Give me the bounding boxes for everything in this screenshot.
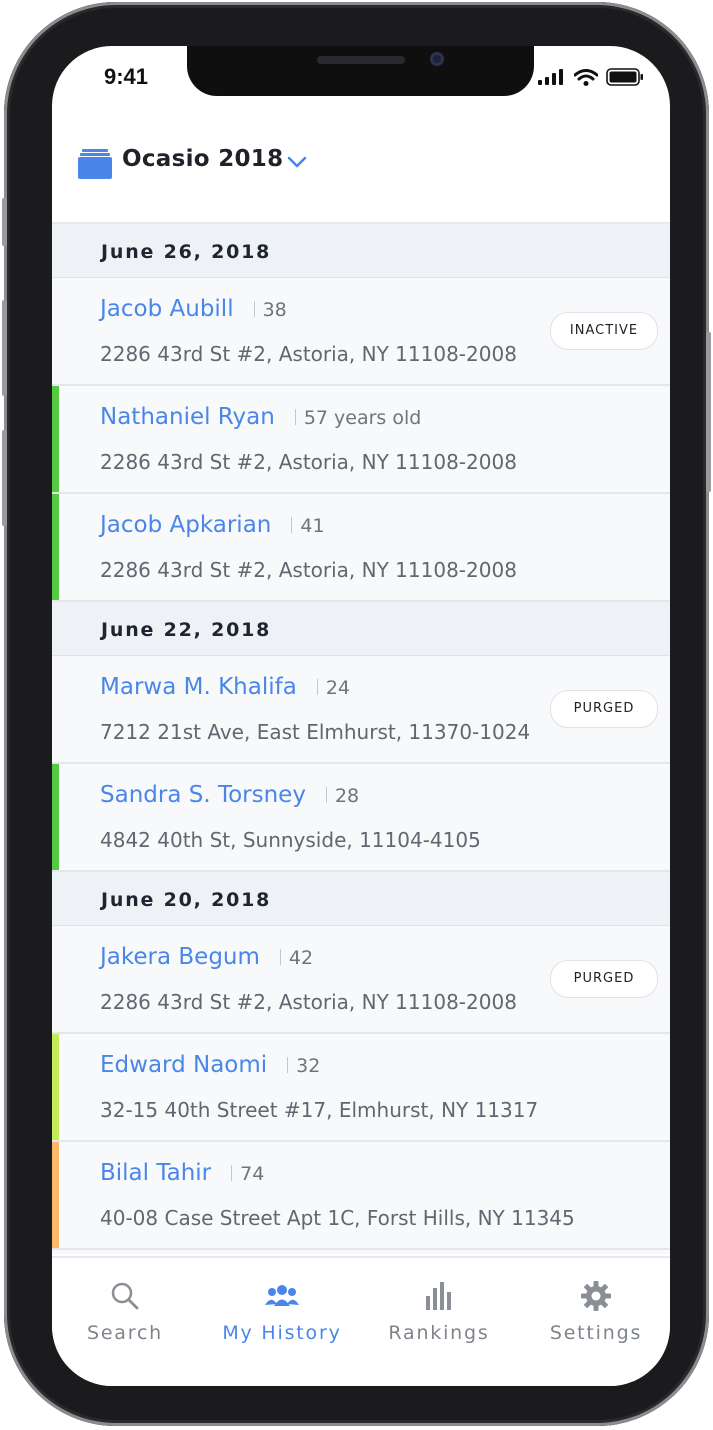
volume-up-button (2, 300, 7, 396)
chevron-down-icon (287, 156, 307, 168)
wifi-icon (574, 68, 598, 86)
person-name-row[interactable]: Nathaniel Ryan 57 years old (100, 404, 421, 430)
status-stripe (52, 386, 59, 492)
person-name[interactable]: Jakera Begum (100, 944, 260, 970)
date-header: June 26, 2018 (52, 224, 670, 278)
person-name[interactable]: Marwa M. Khalifa (100, 674, 297, 700)
tab-my-history[interactable]: My History (207, 1278, 357, 1344)
person-age: 24 (325, 677, 350, 699)
person-address: 2286 43rd St #2, Astoria, NY 11108-2008 (100, 450, 517, 474)
person-name-row[interactable]: Sandra S. Torsney 28 (100, 782, 359, 808)
search-icon (52, 1278, 200, 1314)
person-address: 32-15 40th Street #17, Elmhurst, NY 1131… (100, 1098, 539, 1122)
list-item[interactable]: Sandra S. Torsney 28 4842 40th St, Sunnysi… (52, 764, 670, 872)
person-name-row[interactable]: Bilal Tahir 74 (100, 1160, 264, 1186)
divider (287, 1057, 289, 1073)
divider (231, 1165, 233, 1181)
date-label: June 20, 2018 (101, 889, 272, 911)
status-badge: PURGED (550, 690, 658, 728)
date-header: June 22, 2018 (52, 602, 670, 656)
divider (325, 787, 327, 803)
status-stripe (52, 1034, 59, 1140)
person-age: 38 (262, 299, 287, 321)
divider (279, 949, 281, 965)
list-item[interactable]: Jacob Aubill 38 2286 43rd St #2, Astoria, … (52, 278, 670, 386)
list-item[interactable]: Nathaniel Ryan 57 years old 2286 43rd St #… (52, 386, 670, 494)
person-name-row[interactable]: Marwa M. Khalifa 24 (100, 674, 350, 700)
signal-icon (538, 69, 563, 85)
folder-stack-icon (78, 149, 112, 179)
notch (187, 46, 534, 96)
bar-chart-icon (364, 1278, 514, 1314)
person-name[interactable]: Jacob Apkarian (100, 512, 271, 538)
gear-icon (521, 1278, 670, 1314)
date-label: June 26, 2018 (101, 241, 272, 263)
status-time: 9:41 (104, 64, 149, 89)
person-name-row[interactable]: Jakera Begum 42 (100, 944, 313, 970)
status-icons (538, 68, 644, 86)
person-name[interactable]: Nathaniel Ryan (100, 404, 275, 430)
person-address: 2286 43rd St #2, Astoria, NY 11108-2008 (100, 558, 517, 582)
list-item[interactable]: Bilal Tahir 74 40-08 Case Street Apt 1C, F… (52, 1142, 670, 1250)
project-dropdown-toggle[interactable] (286, 154, 308, 173)
person-name-row[interactable]: Edward Naomi 32 (100, 1052, 320, 1078)
people-icon (207, 1278, 357, 1314)
header: Ocasio 2018 (52, 136, 670, 224)
divider (294, 409, 296, 425)
divider (316, 679, 318, 695)
date-header: June 20, 2018 (52, 872, 670, 926)
person-address: 7212 21st Ave, East Elmhurst, 11370-1024 (100, 720, 531, 744)
history-list[interactable]: June 26, 2018 Jacob Aubill 38 2286 43rd St … (52, 224, 670, 1254)
speaker-grille (317, 56, 405, 64)
status-badge: INACTIVE (550, 312, 658, 350)
person-age: 42 (288, 947, 314, 969)
project-switcher[interactable] (78, 149, 112, 183)
list-item[interactable]: Marwa M. Khalifa 24 7212 21st Ave, East El… (52, 656, 670, 764)
power-button (706, 332, 711, 492)
list-item[interactable]: Edward Naomi 32 32-15 40th Street #17, Elm… (52, 1034, 670, 1142)
person-age: 28 (334, 785, 360, 807)
status-stripe (52, 1142, 59, 1248)
person-age: 41 (300, 515, 325, 537)
project-title[interactable]: Ocasio 2018 (122, 146, 283, 172)
status-stripe (52, 494, 59, 600)
person-address: 2286 43rd St #2, Astoria, NY 11108-2008 (100, 990, 517, 1014)
list-item[interactable]: Jakera Begum 42 2286 43rd St #2, Astoria, … (52, 926, 670, 1034)
tab-rankings[interactable]: Rankings (364, 1278, 514, 1344)
tab-label: My History (222, 1322, 342, 1344)
tab-label: Search (86, 1322, 164, 1344)
person-name[interactable]: Edward Naomi (100, 1052, 267, 1078)
silent-switch (2, 198, 7, 246)
person-address: 40-08 Case Street Apt 1C, Forst Hills, N… (100, 1206, 575, 1230)
person-address: 4842 40th St, Sunnyside, 11104-4105 (100, 828, 481, 852)
date-label: June 22, 2018 (101, 619, 272, 641)
screen: 9:41 Ocasio 2018 June 26, 2018 Jacob Aubi… (52, 46, 670, 1386)
phone-frame: 9:41 Ocasio 2018 June 26, 2018 Jacob Aubi… (2, 2, 711, 1426)
person-age: 57 years old (303, 407, 422, 429)
person-age: 74 (240, 1163, 265, 1185)
status-badge: PURGED (550, 960, 658, 998)
volume-down-button (2, 430, 7, 526)
person-name[interactable]: Sandra S. Torsney (100, 782, 306, 808)
list-item[interactable]: Jacob Apkarian 41 2286 43rd St #2, Astoria… (52, 494, 670, 602)
front-camera (430, 52, 444, 66)
status-stripe (52, 764, 59, 870)
divider (253, 301, 255, 317)
tab-bar: Search My History Rankings Settings (52, 1256, 670, 1386)
tab-label: Settings (549, 1322, 643, 1344)
divider (291, 517, 293, 533)
person-name-row[interactable]: Jacob Aubill 38 (100, 296, 287, 322)
tab-settings[interactable]: Settings (521, 1278, 670, 1344)
tab-search[interactable]: Search (52, 1278, 200, 1344)
person-address: 2286 43rd St #2, Astoria, NY 11108-2008 (100, 342, 517, 366)
person-name[interactable]: Bilal Tahir (100, 1160, 211, 1186)
tab-label: Rankings (388, 1322, 490, 1344)
person-name[interactable]: Jacob Aubill (100, 296, 234, 322)
battery-icon (606, 68, 643, 86)
person-age: 32 (296, 1055, 321, 1077)
person-name-row[interactable]: Jacob Apkarian 41 (100, 512, 325, 538)
